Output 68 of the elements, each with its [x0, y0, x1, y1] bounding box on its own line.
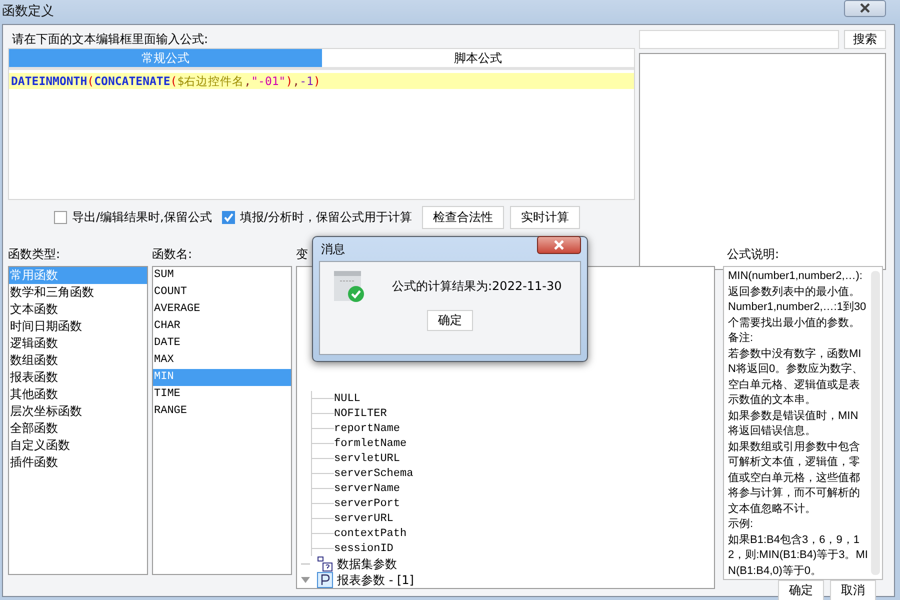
close-icon [859, 3, 871, 13]
close-icon [553, 240, 565, 250]
tree-item[interactable]: 报表参数 - [1] [337, 572, 414, 588]
expand-arrow-icon[interactable] [301, 577, 310, 583]
list-item[interactable]: 插件函数 [9, 454, 147, 471]
list-label: 函数类型: [8, 246, 60, 262]
list-item[interactable]: 逻辑函数 [9, 335, 147, 352]
description-text: 若参数中没有数字，函数MIN将返回0。参数应为数字、空白单元格、逻辑值或是表示数值的文本串。 [728, 346, 864, 408]
list-item[interactable]: 自定义函数 [9, 437, 147, 454]
description-text: 示例: [728, 517, 754, 532]
list-item[interactable]: COUNT [153, 284, 291, 301]
message-text: 公式的计算结果为:2022-11-30 [392, 278, 562, 294]
tree-item[interactable]: NOFILTER [334, 408, 387, 420]
dialog-button[interactable]: 确定 [778, 580, 824, 600]
list-item[interactable]: MAX [153, 352, 291, 369]
checkbox[interactable] [222, 211, 235, 224]
tree-item[interactable]: servletURL [334, 452, 400, 464]
list-item[interactable]: 其他函数 [9, 386, 147, 403]
tree-item[interactable]: 数据集参数 [337, 556, 397, 572]
tree-item[interactable]: formletName [334, 438, 407, 450]
prompt-label: 请在下面的文本编辑框里面输入公式: [11, 31, 210, 48]
list-item[interactable]: DATE [153, 335, 291, 352]
dialog-button[interactable]: 取消 [830, 580, 876, 600]
formula-editor[interactable]: 常规公式 脚本公式 DATEINMONTH(CONCATENATE($右边控件名,"-01"),-1) [8, 48, 635, 200]
tree-item[interactable]: NULL [334, 392, 360, 404]
list-item[interactable]: 层次坐标函数 [9, 403, 147, 420]
list-item[interactable]: 报表函数 [9, 369, 147, 386]
list-item[interactable]: TIME [153, 386, 291, 403]
list-item[interactable]: SUM [153, 267, 291, 284]
list-item[interactable]: CHAR [153, 318, 291, 335]
description-text: 如果数组或引用参数中包含可解析文本值，逻辑值，零值或空白单元格，这些值都将参与计算，而不可解析的文本值忽略不计。 [728, 440, 861, 516]
list-item[interactable]: RANGE [153, 403, 291, 420]
list-label: 变 [296, 246, 308, 262]
window-title: 函数定义 [2, 3, 54, 20]
description-text: MIN(number1,number2,…):返回参数列表中的最小值。 [728, 269, 864, 300]
tree-item[interactable]: serverURL [334, 512, 394, 524]
tree-item[interactable]: reportName [334, 422, 400, 434]
description-text: 如果B1:B4包含3，6，9，12，则:MIN(B1:B4)等于3。MIN(B1:B4,0)等于0。 [728, 532, 869, 578]
close-button[interactable] [537, 236, 581, 254]
list-label: 公式说明: [726, 246, 780, 262]
list-item[interactable]: 全部函数 [9, 420, 147, 437]
dialog-title: 消息 [321, 240, 345, 258]
tree-item[interactable]: sessionID [334, 542, 394, 554]
action-button[interactable]: 检查合法性 [422, 206, 504, 229]
list-item[interactable]: 时间日期函数 [9, 318, 147, 335]
list-item[interactable]: 文本函数 [9, 301, 147, 318]
close-button[interactable] [844, 0, 886, 16]
checkbox-label: 导出/编辑结果时,保留公式 [72, 209, 212, 226]
ok-button[interactable]: 确定 [427, 310, 473, 331]
parameter-icon [317, 572, 333, 588]
description-text: 如果参数是错误值时，MIN将返回错误信息。 [728, 408, 860, 439]
list-item[interactable]: 数学和三角函数 [9, 284, 147, 301]
dataset-icon [317, 556, 333, 572]
tree-item[interactable]: serverSchema [334, 468, 414, 480]
tree-item[interactable]: serverName [334, 482, 400, 494]
list-label: 函数名: [152, 246, 192, 262]
tree-item[interactable]: contextPath [334, 528, 407, 540]
checkbox-label: 填报/分析时，保留公式用于计算 [240, 209, 412, 226]
description-text: 备注: [728, 331, 754, 346]
success-icon [334, 270, 366, 302]
description-text: Number1,number2,…:1到30个需要找出最小值的参数。 [728, 300, 868, 330]
checkbox[interactable] [54, 211, 67, 224]
action-button[interactable]: 实时计算 [510, 206, 580, 229]
list-item[interactable]: AVERAGE [153, 301, 291, 318]
list-item[interactable]: 数组函数 [9, 352, 147, 369]
search-field[interactable] [639, 30, 839, 49]
tree-item[interactable]: serverPort [334, 498, 400, 510]
search-button[interactable]: 搜索 [844, 30, 886, 49]
